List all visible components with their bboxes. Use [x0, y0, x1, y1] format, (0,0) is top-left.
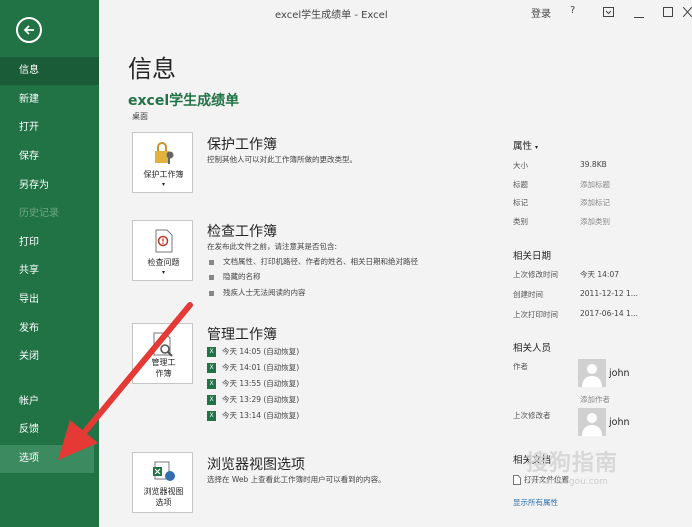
browser-desc: 选择在 Web 上查看此工作簿时用户可以看到的内容。	[207, 475, 386, 484]
maximize-icon[interactable]	[663, 7, 673, 20]
sidebar-item-publish[interactable]: 发布	[0, 315, 99, 343]
chevron-down-icon: ▾	[161, 269, 165, 276]
prop-title-field[interactable]: 添加标题	[580, 179, 610, 190]
chevron-down-icon: ▾	[161, 181, 165, 188]
browser-button-label-2: 选项	[155, 498, 172, 507]
sidebar-item-save[interactable]: 保存	[0, 143, 99, 171]
ribbon-display-icon[interactable]	[603, 7, 614, 20]
date-printed-label: 上次打印时间	[513, 310, 558, 319]
inspect-title: 检查工作簿	[207, 224, 277, 240]
sidebar-item-options[interactable]: 选项	[0, 445, 94, 473]
protect-desc: 控制其他人可以对此工作簿所做的更改类型。	[207, 155, 357, 164]
date-modified-value: 今天 14:07	[580, 270, 619, 279]
excel-file-icon: X	[207, 395, 216, 405]
date-created-label: 创建时间	[513, 290, 543, 299]
excel-file-icon: X	[207, 347, 216, 357]
sidebar-item-save-as[interactable]: 另存为	[0, 172, 99, 200]
browser-view-options-button[interactable]: 浏览器视图 选项	[132, 452, 193, 513]
prop-category-field[interactable]: 添加类别	[580, 216, 610, 227]
show-all-properties-link[interactable]: 显示所有属性	[513, 497, 558, 508]
browser-title: 浏览器视图选项	[207, 457, 305, 473]
manage-button-label-2: 作簿	[155, 369, 172, 378]
close-icon[interactable]	[682, 6, 692, 20]
date-modified-label: 上次修改时间	[513, 270, 558, 279]
prop-size-label: 大小	[513, 161, 528, 170]
file-location: 桌面	[132, 112, 148, 121]
sidebar-item-close[interactable]: 关闭	[0, 343, 99, 371]
avatar	[578, 359, 606, 387]
add-author-field[interactable]: 添加作者	[580, 394, 610, 405]
title-bar: excel学生成绩单 - Excel 登录 ?	[99, 0, 692, 26]
prop-title-label: 标题	[513, 180, 528, 189]
excel-file-icon: X	[207, 363, 216, 373]
sidebar-item-history: 历史记录	[19, 208, 59, 219]
sidebar-item-open[interactable]: 打开	[0, 114, 99, 142]
manage-workbook-button[interactable]: 管理工 作簿	[132, 323, 193, 384]
file-icon	[513, 475, 521, 485]
help-button[interactable]: ?	[570, 5, 575, 16]
sidebar-item-info[interactable]: 信息	[0, 57, 99, 85]
date-created-value: 2011-12-12 1...	[580, 289, 638, 298]
manage-title: 管理工作簿	[207, 327, 277, 343]
back-arrow-icon[interactable]	[16, 17, 42, 43]
properties-header[interactable]: 属性 ▾	[513, 138, 538, 152]
excel-file-icon: X	[207, 411, 216, 421]
watermark-url: zhinan.sogou.com	[526, 477, 608, 487]
modifier-name: john	[609, 417, 630, 428]
sidebar-item-account[interactable]: 帐户	[0, 388, 99, 416]
version-item[interactable]: X 今天 13:29 (自动恢复)	[207, 394, 299, 406]
sidebar-item-print[interactable]: 打印	[0, 229, 99, 257]
inspect-bullet: 隐藏的名称	[209, 271, 261, 282]
avatar	[578, 408, 606, 436]
sidebar-item-new[interactable]: 新建	[0, 86, 99, 114]
backstage-sidebar: 信息 新建 打开 保存 另存为 历史记录 打印 共享 导出 发布 关闭 帐户 反…	[0, 0, 99, 527]
dates-header: 相关日期	[513, 251, 552, 262]
prop-category-label: 类别	[513, 217, 528, 226]
sidebar-item-share[interactable]: 共享	[0, 257, 99, 285]
browser-button-label: 浏览器视图	[143, 487, 184, 496]
document-inspect-icon	[155, 229, 173, 253]
file-name: excel学生成绩单	[128, 93, 240, 109]
inspect-workbook-button[interactable]: 检查问题 ▾	[132, 220, 193, 281]
sidebar-item-feedback[interactable]: 反馈	[0, 416, 99, 444]
excel-web-icon	[153, 461, 175, 481]
version-item[interactable]: X 今天 14:01 (自动恢复)	[207, 362, 299, 374]
protect-workbook-button[interactable]: 保护工作簿 ▾	[132, 132, 193, 193]
minimize-icon[interactable]	[634, 11, 644, 22]
inspect-bullet: 文档属性、打印机路径、作者的姓名、相关日期和绝对路径	[209, 256, 418, 267]
document-search-icon	[153, 332, 173, 357]
prop-tags-label: 标记	[513, 198, 528, 207]
protect-title: 保护工作簿	[207, 137, 277, 153]
signin-link[interactable]: 登录	[531, 5, 551, 20]
person-icon	[582, 364, 602, 387]
people-header: 相关人员	[513, 343, 552, 354]
inspect-desc: 在发布此文件之前，请注意其是否包含:	[207, 242, 338, 251]
person-icon	[582, 413, 602, 436]
window-title: excel学生成绩单 - Excel	[275, 10, 388, 21]
modifier-label: 上次修改者	[513, 411, 551, 420]
manage-button-label: 管理工	[151, 358, 176, 367]
date-printed-value: 2017-06-14 1...	[580, 309, 638, 318]
inspect-bullet: 残疾人士无法阅读的内容	[209, 287, 306, 298]
watermark: 搜狗指南	[526, 451, 619, 476]
excel-file-icon: X	[207, 379, 216, 389]
author-name: john	[609, 368, 630, 379]
prop-tags-field[interactable]: 添加标记	[580, 197, 610, 208]
page-title: 信息	[128, 55, 176, 83]
version-item[interactable]: X 今天 13:14 (自动恢复)	[207, 410, 299, 422]
sidebar-item-export[interactable]: 导出	[0, 286, 99, 314]
version-item[interactable]: X 今天 13:55 (自动恢复)	[207, 378, 299, 390]
author-label: 作者	[513, 362, 528, 371]
chevron-down-icon: ▾	[535, 144, 539, 151]
version-item[interactable]: X 今天 14:05 (自动恢复)	[207, 346, 299, 358]
prop-size-value: 39.8KB	[580, 160, 607, 169]
lock-key-icon	[155, 142, 174, 164]
